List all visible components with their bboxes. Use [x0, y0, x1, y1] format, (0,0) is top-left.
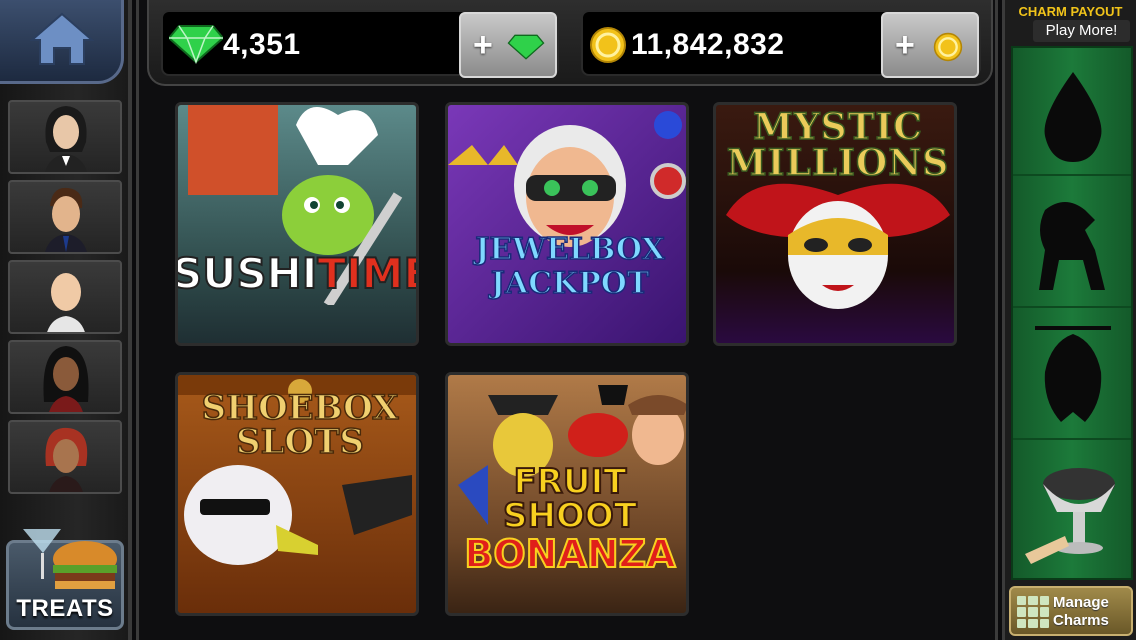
horse-icon: [1039, 202, 1105, 290]
coin-icon: [590, 27, 626, 63]
friend-avatar-1[interactable]: [8, 100, 122, 174]
charm-sidebar: CHARM PAYOUT Play More! Manage Charms: [1002, 0, 1136, 640]
currency-bar: 4,351 + 11,842,832 +: [147, 0, 993, 86]
game-tile-fruit-shoot-bonanza[interactable]: FRUIT SHOOT BONANZA: [445, 372, 689, 616]
manage-label-line1: Manage: [1053, 594, 1109, 611]
charm-payout-title: CHARM PAYOUT: [1018, 4, 1123, 19]
game-tile-sushi-time[interactable]: SUSHITIME!: [175, 102, 419, 346]
friend-avatar-3[interactable]: [8, 260, 122, 334]
charm-slots: [1011, 46, 1133, 580]
manage-label-line2: Charms: [1053, 612, 1109, 629]
friend-avatar-4[interactable]: [8, 340, 122, 414]
burger-cocktail-icon: [23, 529, 117, 589]
home-icon: [30, 12, 94, 65]
treats-button[interactable]: TREATS: [6, 529, 124, 630]
buy-coins-button[interactable]: +: [881, 12, 979, 78]
plus-icon: +: [473, 26, 493, 64]
grid-icon: [1017, 596, 1049, 628]
avatar-long-black-hair: [43, 346, 89, 412]
gem-icon: [507, 34, 545, 60]
friend-avatar-2[interactable]: [8, 180, 122, 254]
gem-balance: 4,351: [223, 28, 301, 61]
charm-slot-3[interactable]: [1013, 312, 1131, 440]
caviar-icon: [1025, 468, 1115, 564]
avatar-bald: [47, 273, 85, 332]
play-more-button[interactable]: Play More!: [1033, 20, 1130, 42]
left-sidebar: TREATS: [0, 0, 132, 640]
game-tile-jewelbox-jackpot[interactable]: JEWELBOX JACKPOT: [445, 102, 689, 346]
bat-icon: [1035, 326, 1111, 422]
game-title-line2: TIME!: [316, 249, 416, 298]
friend-avatar-5[interactable]: [8, 420, 122, 494]
treats-label: TREATS: [16, 595, 114, 622]
game-title-line1: SHOEBOX: [201, 388, 399, 428]
manage-charms-button[interactable]: Manage Charms: [1009, 586, 1133, 636]
avatar-brown-hair-suit: [45, 187, 87, 252]
avatar-long-dark-hair: [45, 106, 87, 172]
plus-icon: +: [895, 26, 915, 64]
game-tile-shoebox-slots[interactable]: SHOEBOX SLOTS: [175, 372, 419, 616]
coin-counter: 11,842,832 +: [581, 10, 981, 78]
oil-drop-icon: [1044, 72, 1102, 162]
coin-balance: 11,842,832: [631, 28, 785, 61]
gem-counter: 4,351 +: [161, 10, 559, 78]
home-button[interactable]: [0, 0, 124, 84]
game-title-line3: BONANZA: [463, 532, 676, 576]
charm-slot-1[interactable]: [1013, 48, 1131, 176]
avatar-red-hair: [45, 427, 88, 492]
game-title-line2: SLOTS: [235, 422, 364, 462]
charm-slot-4[interactable]: [1013, 444, 1131, 572]
coin-icon: [933, 32, 963, 62]
buy-gems-button[interactable]: +: [459, 12, 557, 78]
game-title-line2: JACKPOT: [490, 266, 650, 301]
game-title-line1: SUSHI: [175, 249, 318, 298]
game-tile-mystic-millions[interactable]: MYSTIC MILLIONS: [713, 102, 957, 346]
gem-icon: [169, 25, 223, 64]
game-title-line2: SHOOT: [502, 496, 638, 536]
charm-slot-2[interactable]: [1013, 180, 1131, 308]
game-title-line2: MILLIONS: [726, 142, 950, 184]
game-title-line1: JEWELBOX: [474, 232, 665, 267]
game-title-line1: FRUIT: [513, 462, 628, 502]
game-lobby: 4,351 + 11,842,832 + SUSHITIM JEWELBOX J…: [136, 0, 998, 640]
game-title-line1: MYSTIC: [752, 106, 923, 148]
